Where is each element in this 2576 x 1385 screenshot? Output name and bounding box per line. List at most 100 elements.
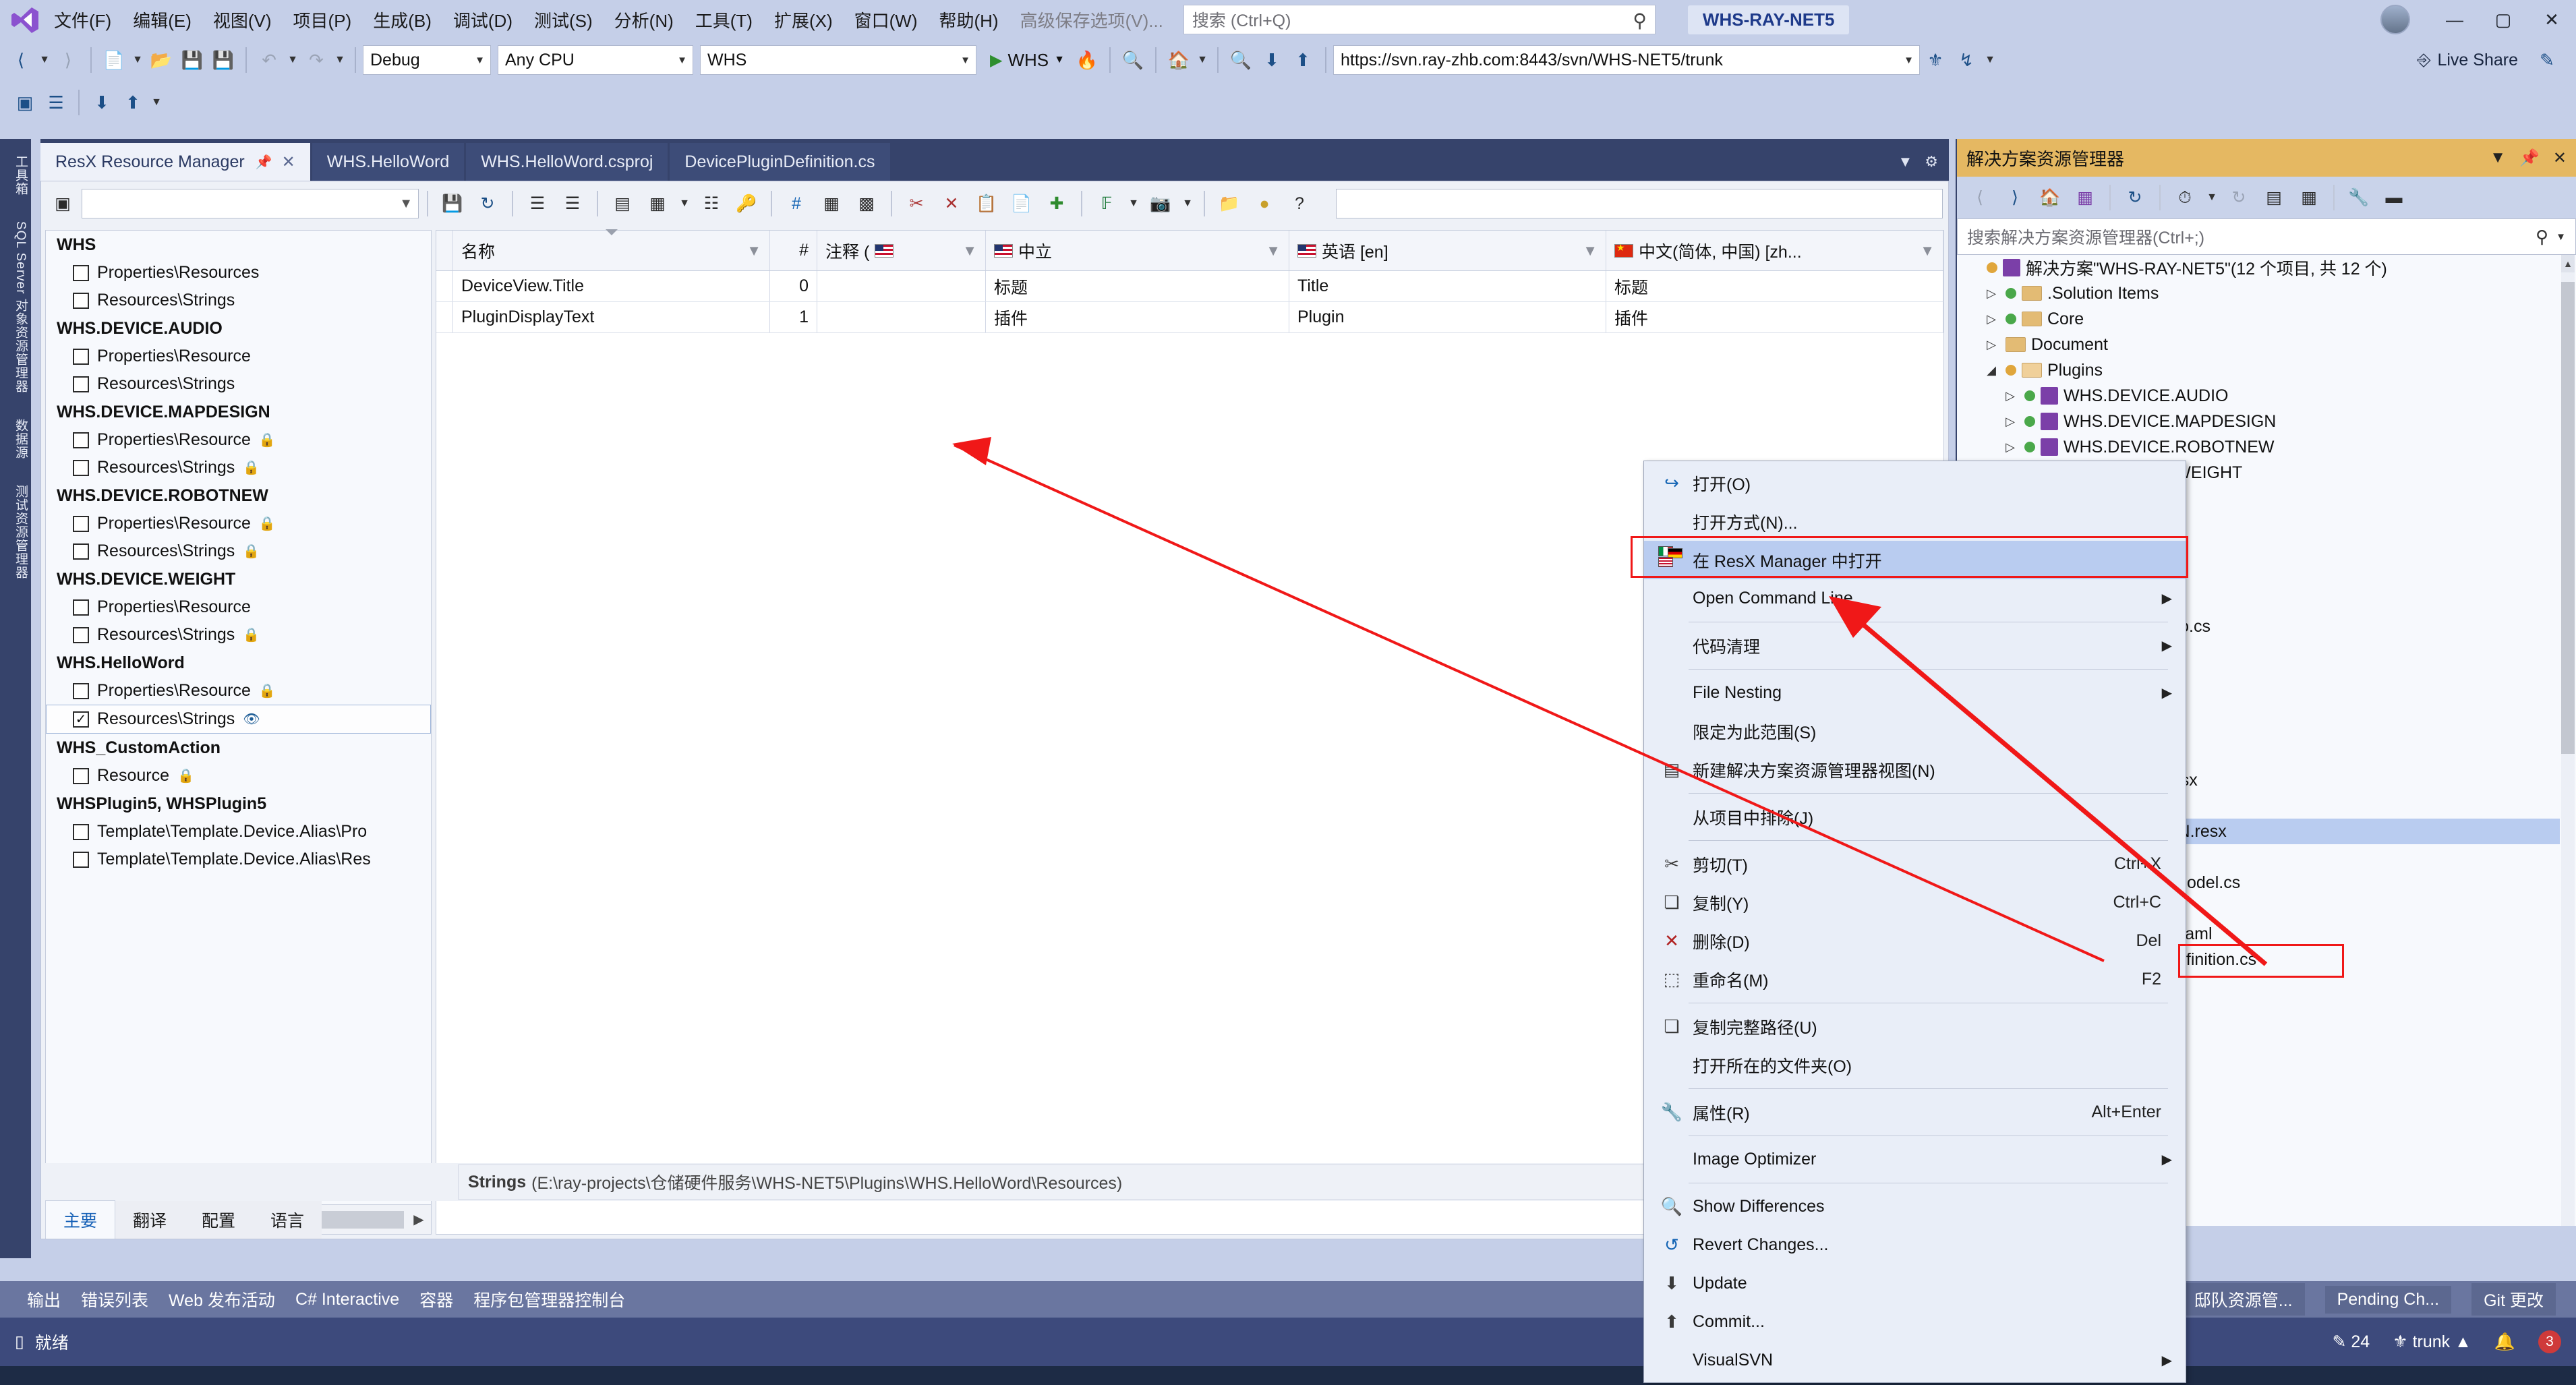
resx-tree-item[interactable]: ✓ Resources\Strings 👁	[46, 705, 431, 734]
global-search-box[interactable]: 搜索 (Ctrl+Q) ⚲	[1183, 5, 1656, 34]
cell-num[interactable]: 0	[770, 271, 817, 301]
se-home-icon[interactable]: 🏠	[2034, 181, 2066, 214]
cell-comment[interactable]	[817, 271, 986, 301]
resx-tree-item[interactable]: Template\Template.Device.Alias\Pro	[46, 818, 431, 846]
context-menu-item[interactable]: ↪ 打开(O)	[1644, 464, 2186, 502]
se-pending-icon[interactable]: ⏱	[2169, 181, 2201, 214]
menu-view[interactable]: 视图(V)	[202, 0, 283, 39]
bottom-tab-containers[interactable]: 容器	[419, 1287, 453, 1312]
menu-debug[interactable]: 调试(D)	[442, 0, 523, 39]
configuration-combo[interactable]: Debug ▼	[363, 45, 491, 75]
chevron-collapsed-icon[interactable]: ▷	[2001, 415, 2019, 429]
cell-zh[interactable]: 插件	[1606, 302, 1943, 332]
bottom-tab-error-list[interactable]: 错误列表	[81, 1287, 148, 1312]
menu-edit[interactable]: 编辑(E)	[122, 0, 202, 39]
context-menu-item[interactable]: ❏ 复制(Y) Ctrl+C	[1644, 883, 2186, 922]
resx-tree-item[interactable]: Properties\Resource	[46, 593, 431, 621]
chevron-collapsed-icon[interactable]: ▷	[2001, 440, 2019, 454]
toolbar2-export-icon[interactable]: ⬇	[86, 87, 117, 118]
resx-folder-icon[interactable]: 📁	[1213, 187, 1246, 220]
toolbar2-list-icon[interactable]: ☰	[40, 87, 71, 118]
tab-whs-helloword-csproj[interactable]: WHS.HelloWord.csproj	[466, 143, 668, 181]
menu-test[interactable]: 测试(S)	[523, 0, 604, 39]
tab-whs-helloword[interactable]: WHS.HelloWord	[312, 143, 465, 181]
menu-window[interactable]: 窗口(W)	[844, 0, 929, 39]
svn-branch-icon[interactable]: ⚜	[1920, 45, 1951, 76]
resx-align-left-icon[interactable]: ☰	[521, 187, 554, 220]
context-menu-item[interactable]: ✂ 剪切(T) Ctrl+X	[1644, 845, 2186, 883]
context-menu-item[interactable]: 🔍 Show Differences	[1644, 1187, 2186, 1226]
funnel-icon-comment[interactable]: ▼	[962, 242, 977, 260]
se-collapse-all-icon[interactable]: ▤	[2258, 181, 2290, 214]
bottom-tab-output[interactable]: 输出	[27, 1287, 61, 1312]
svn-url-combo[interactable]: https://svn.ray-zhb.com:8443/svn/WHS-NET…	[1333, 45, 1920, 75]
undo-icon[interactable]: ↶	[254, 45, 285, 76]
context-menu-item[interactable]: 从项目中排除(J)	[1644, 798, 2186, 836]
se-search-dropdown-icon[interactable]: ▼	[2556, 231, 2566, 243]
cell-en[interactable]: Title	[1289, 271, 1606, 301]
resx-tree-item[interactable]: Resources\Strings 🔒	[46, 537, 431, 565]
resx-tree-item[interactable]: Properties\Resource 🔒	[46, 426, 431, 454]
grid-col-english[interactable]: 英语 [en] ▼	[1289, 231, 1606, 270]
cell-name[interactable]: PluginDisplayText	[453, 302, 770, 332]
live-share-button[interactable]: ⎆ Live Share	[2417, 51, 2518, 70]
se-pending-dropdown-icon[interactable]: ▼	[2204, 191, 2220, 204]
resx-tab-configuration[interactable]: 配置	[184, 1201, 254, 1239]
tab-list-dropdown-icon[interactable]: ▼	[1898, 153, 1912, 171]
context-menu-item[interactable]: ❏ 复制完整路径(U)	[1644, 1007, 2186, 1046]
bottom-tab-team-explorer[interactable]: 邸队资源管...	[2182, 1283, 2305, 1316]
resx-delete-icon[interactable]: ✕	[935, 187, 968, 220]
undo-dropdown-icon[interactable]: ▼	[285, 54, 301, 66]
live-preview-dropdown-icon[interactable]: ▼	[1194, 54, 1210, 66]
resx-paste-icon[interactable]: 📄	[1005, 187, 1038, 220]
cell-neutral[interactable]: 标题	[986, 271, 1289, 301]
resx-cut-icon[interactable]: ✂	[900, 187, 933, 220]
bottom-tab-csharp-interactive[interactable]: C# Interactive	[295, 1290, 399, 1309]
context-menu-item[interactable]: File Nesting ▶	[1644, 674, 2186, 712]
chevron-collapsed-icon[interactable]: ▷	[1983, 287, 2000, 301]
se-forward-icon[interactable]: ⟩	[1999, 181, 2031, 214]
resx-tree-item[interactable]: Properties\Resources	[46, 259, 431, 287]
resx-tree-item[interactable]: Resources\Strings 🔒	[46, 621, 431, 649]
solution-explorer-row[interactable]: ▷ WHS.DEVICE.MAPDESIGN	[1957, 409, 2560, 434]
context-menu-item[interactable]: Image Optimizer ▶	[1644, 1140, 2186, 1179]
funnel-icon[interactable]: ▼	[399, 196, 413, 212]
redo-icon[interactable]: ↷	[301, 45, 332, 76]
checkbox[interactable]	[73, 599, 89, 616]
pin-icon[interactable]: 📌	[256, 154, 272, 171]
status-branch[interactable]: ⚜ trunk ▲	[2393, 1332, 2471, 1352]
cell-name[interactable]: DeviceView.Title	[453, 271, 770, 301]
tab-resx-resource-manager[interactable]: ResX Resource Manager 📌 ✕	[40, 143, 310, 181]
resx-filter-input[interactable]: ▼	[82, 189, 419, 218]
chevron-collapsed-icon[interactable]: ▷	[2001, 389, 2019, 403]
checkbox[interactable]	[73, 292, 89, 309]
resx-search-input[interactable]	[1336, 189, 1943, 218]
resx-excel-dropdown-icon[interactable]: ▼	[1125, 198, 1142, 210]
resx-tab-main[interactable]: 主要	[45, 1200, 116, 1239]
chevron-collapsed-icon[interactable]: ▷	[1983, 312, 2000, 326]
grid-col-index[interactable]: #	[770, 231, 817, 270]
menu-analyze[interactable]: 分析(N)	[604, 0, 684, 39]
checkbox[interactable]	[73, 515, 89, 532]
context-menu-item[interactable]: VisualSVN ▶	[1644, 1341, 2186, 1380]
resx-tree-item[interactable]: Properties\Resource	[46, 343, 431, 370]
resx-reload-icon[interactable]: ↻	[471, 187, 504, 220]
context-menu-item[interactable]: ⬆ Commit...	[1644, 1303, 2186, 1341]
resx-hash-icon[interactable]: #	[780, 187, 813, 220]
checkbox[interactable]	[73, 682, 89, 699]
cell-num[interactable]: 1	[770, 302, 817, 332]
bottom-tab-pending-changes[interactable]: Pending Ch...	[2324, 1285, 2452, 1314]
grid-col-comment[interactable]: 注释 ( ▼	[817, 231, 986, 270]
resx-snippet-icon[interactable]: ▩	[850, 187, 883, 220]
menu-tools[interactable]: 工具(T)	[684, 0, 763, 39]
checkbox[interactable]: ✓	[73, 711, 89, 728]
resx-tree-item[interactable]: Resources\Strings	[46, 370, 431, 398]
find-in-files-icon[interactable]: 🔍	[1117, 45, 1148, 76]
checkbox[interactable]	[73, 432, 89, 448]
resx-tree-item[interactable]: Resources\Strings 🔒	[46, 454, 431, 481]
solution-explorer-row[interactable]: ▷ WHS.DEVICE.AUDIO	[1957, 383, 2560, 409]
svn-commit-icon[interactable]: ⬆	[1287, 45, 1318, 76]
context-menu-item[interactable]: 🔧 属性(R) Alt+Enter	[1644, 1093, 2186, 1131]
resx-columns-dropdown-icon[interactable]: ▼	[676, 198, 693, 210]
left-dock-toolbox[interactable]: 工具箱	[0, 146, 31, 205]
